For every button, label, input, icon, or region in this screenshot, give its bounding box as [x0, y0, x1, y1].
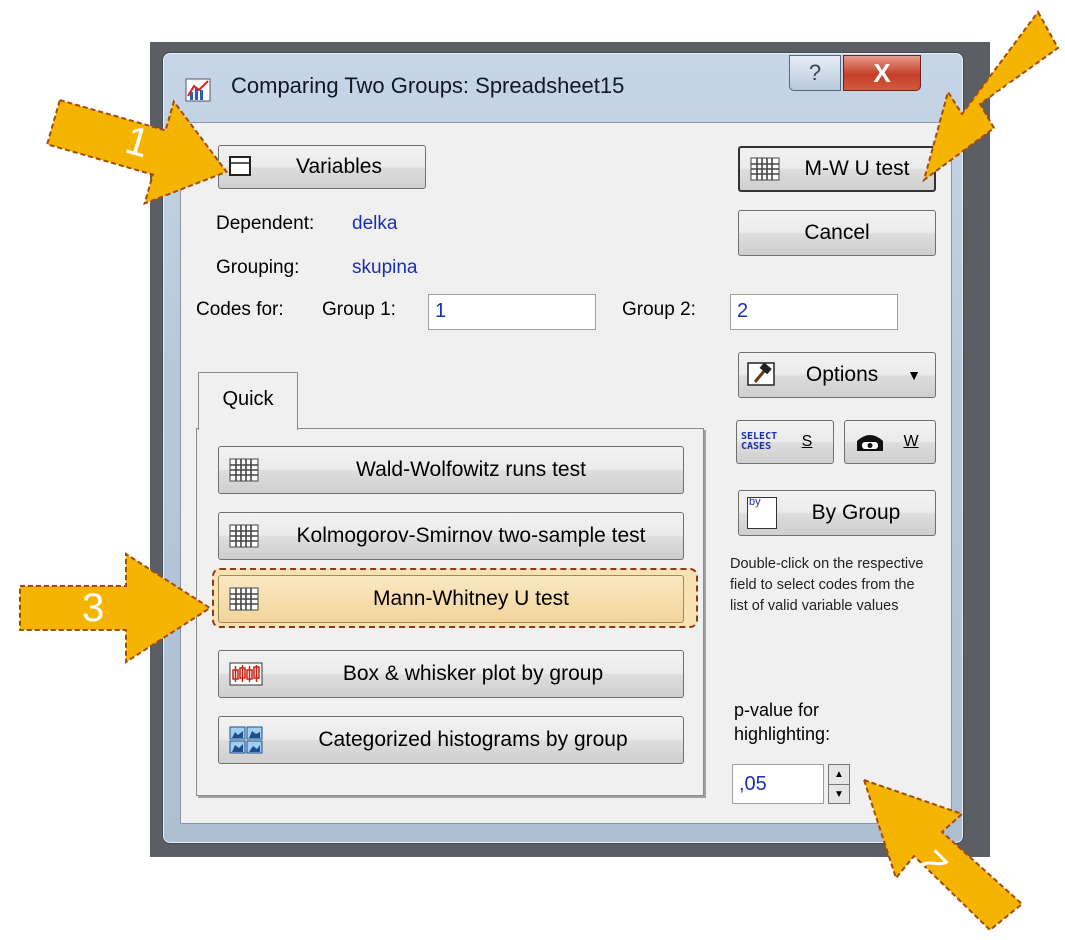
by-group-icon: by: [747, 496, 777, 529]
group1-code-input[interactable]: 1: [428, 294, 596, 330]
by-group-icon-text: by: [749, 496, 761, 508]
group1-label: Group 1:: [322, 299, 396, 320]
variables-button[interactable]: Variables: [218, 145, 426, 189]
wald-wolfowitz-label: Wald-Wolfowitz runs test: [356, 458, 586, 481]
mwu-test-button[interactable]: M-W U test: [738, 146, 936, 192]
options-button[interactable]: Options ▼: [738, 352, 936, 398]
codes-help-note: Double-click on the respective field to …: [730, 556, 924, 614]
spreadsheet-icon: [229, 587, 259, 611]
box-whisker-icon: [229, 662, 263, 686]
mann-whitney-button[interactable]: Mann-Whitney U test: [218, 575, 684, 623]
options-label: Options: [805, 363, 879, 386]
pvalue-label-line1: p-value for: [734, 700, 820, 720]
spin-down-icon[interactable]: ▼: [829, 785, 849, 804]
select-cases-shortcut: S: [801, 433, 813, 450]
cancel-label: Cancel: [804, 221, 870, 244]
tab-quick[interactable]: Quick: [198, 372, 298, 430]
cancel-button[interactable]: Cancel: [738, 210, 936, 256]
variables-label: Variables: [296, 155, 382, 178]
categorized-histograms-label: Categorized histograms by group: [318, 728, 628, 751]
spreadsheet-icon: [750, 157, 780, 181]
annotation-arrow-3-mirrored: [922, 10, 1060, 183]
title-bar[interactable]: Comparing Two Groups: Spreadsheet15 ? X: [163, 53, 963, 121]
by-group-label: By Group: [811, 501, 901, 524]
annotation-number-3: 3: [82, 586, 105, 630]
box-whisker-button[interactable]: Box & whisker plot by group: [218, 650, 684, 698]
annotation-arrow-3: [19, 552, 212, 664]
by-group-button[interactable]: by By Group: [738, 490, 936, 536]
weight-shortcut: W: [903, 433, 919, 450]
pvalue-label-line2: highlighting:: [734, 724, 831, 744]
spreadsheet-icon: [229, 524, 259, 548]
mann-whitney-label: Mann-Whitney U test: [372, 587, 570, 610]
codes-for-label: Codes for:: [196, 299, 284, 320]
dependent-label: Dependent:: [216, 213, 315, 234]
box-whisker-label: Box & whisker plot by group: [342, 662, 604, 685]
weight-icon: [857, 435, 883, 451]
spin-up-icon[interactable]: ▲: [829, 765, 849, 785]
categorized-histograms-button[interactable]: Categorized histograms by group: [218, 716, 684, 764]
wald-wolfowitz-button[interactable]: Wald-Wolfowitz runs test: [218, 446, 684, 494]
window-title: Comparing Two Groups: Spreadsheet15: [231, 73, 625, 98]
mwu-test-label: M-W U test: [804, 157, 910, 180]
spreadsheet-icon: [229, 458, 259, 482]
kolmogorov-smirnov-label: Kolmogorov-Smirnov two-sample test: [296, 524, 646, 547]
group2-code-input[interactable]: 2: [730, 294, 898, 330]
grouping-value: skupina: [352, 257, 418, 278]
dropdown-arrow-icon: ▼: [907, 367, 921, 383]
dependent-value: delka: [352, 213, 398, 234]
grouping-label: Grouping:: [216, 257, 300, 278]
hammer-icon: [747, 362, 775, 386]
histogram-icon: [229, 726, 263, 754]
select-cases-icon: SELECT CASES: [741, 431, 778, 452]
weight-button[interactable]: W: [844, 420, 936, 464]
select-cases-button[interactable]: SELECT CASES S: [736, 420, 834, 464]
group2-label: Group 2:: [622, 299, 696, 320]
kolmogorov-smirnov-button[interactable]: Kolmogorov-Smirnov two-sample test: [218, 512, 684, 560]
pvalue-spinner[interactable]: ▲ ▼: [828, 764, 850, 804]
close-button[interactable]: X: [843, 55, 921, 91]
pvalue-input[interactable]: ,05: [732, 764, 824, 804]
help-button[interactable]: ?: [789, 55, 841, 91]
